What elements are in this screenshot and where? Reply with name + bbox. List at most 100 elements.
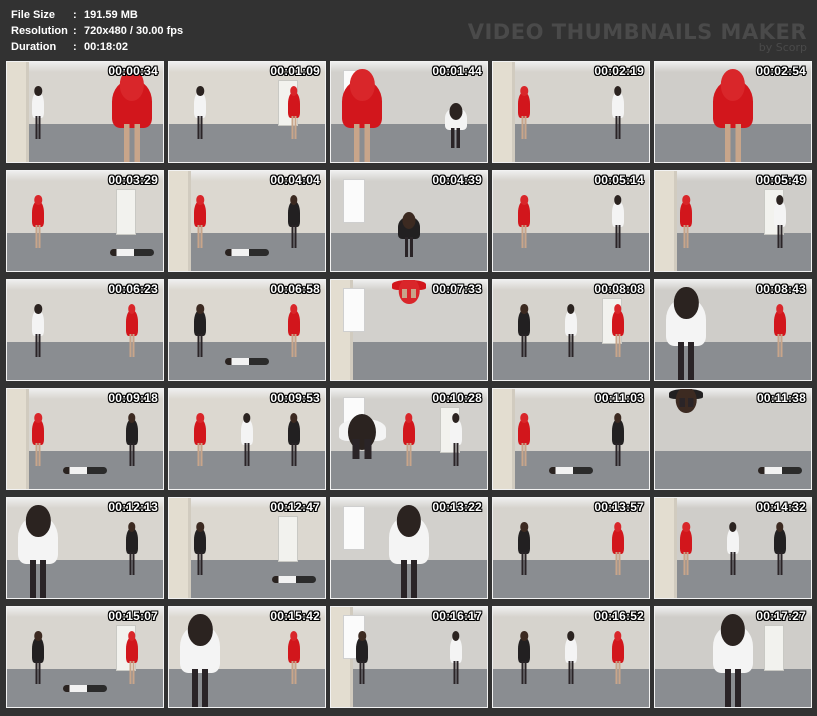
thumbnail-15[interactable]: 00:08:43 bbox=[654, 279, 812, 381]
scene-figure bbox=[355, 631, 369, 685]
scene-figure-head bbox=[776, 195, 784, 205]
scene-figure-legs bbox=[197, 224, 204, 249]
file-size-value: 191.59 MB bbox=[84, 9, 138, 21]
thumbnail-18[interactable]: 00:10:28 bbox=[330, 388, 488, 490]
thumbnail-timestamp: 00:02:19 bbox=[594, 64, 644, 78]
scene-figure-legs bbox=[352, 124, 373, 162]
scene-floor bbox=[331, 342, 487, 380]
scene-figure bbox=[193, 195, 207, 249]
scene-figure bbox=[679, 522, 693, 576]
scene-figure-head bbox=[674, 287, 699, 319]
scene-figure-legs bbox=[614, 333, 621, 358]
scene-figure-legs bbox=[614, 442, 621, 467]
scene-figure bbox=[287, 413, 301, 467]
scene-figure-legs bbox=[776, 551, 783, 576]
thumbnail-12[interactable]: 00:06:58 bbox=[168, 279, 326, 381]
scene-figure-legs bbox=[350, 439, 374, 460]
thumbnail-14[interactable]: 00:08:08 bbox=[492, 279, 650, 381]
thumbnail-11[interactable]: 00:06:23 bbox=[6, 279, 164, 381]
scene-figure-head bbox=[358, 631, 366, 641]
brand-watermark: VIDEO THUMBNAILS MAKER by Scorp bbox=[468, 20, 807, 54]
thumbnail-10[interactable]: 00:05:49 bbox=[654, 170, 812, 272]
thumbnail-25[interactable]: 00:14:32 bbox=[654, 497, 812, 599]
scene-figure-head bbox=[128, 413, 136, 423]
scene-door bbox=[116, 189, 137, 235]
scene-figure-legs bbox=[403, 237, 415, 258]
scene-figure-head bbox=[34, 413, 42, 423]
scene-figure-head bbox=[196, 86, 204, 96]
thumbnail-29[interactable]: 00:16:52 bbox=[492, 606, 650, 708]
thumbnail-27[interactable]: 00:15:42 bbox=[168, 606, 326, 708]
scene-figure bbox=[125, 304, 139, 358]
scene-figure-legs bbox=[128, 551, 135, 576]
thumbnail-3[interactable]: 00:01:44 bbox=[330, 61, 488, 163]
scene-figure-head bbox=[567, 631, 575, 641]
scene-figure-legs bbox=[729, 551, 737, 576]
thumbnail-30[interactable]: 00:17:27 bbox=[654, 606, 812, 708]
scene-figure bbox=[287, 631, 301, 685]
scene-pillar bbox=[493, 389, 515, 489]
thumbnail-7[interactable]: 00:04:04 bbox=[168, 170, 326, 272]
thumbnail-1[interactable]: 00:00:34 bbox=[6, 61, 164, 163]
scene-figure bbox=[564, 631, 578, 685]
scene-figure-legs bbox=[776, 224, 783, 249]
thumbnail-2[interactable]: 00:01:09 bbox=[168, 61, 326, 163]
scene-figure-legs bbox=[290, 660, 297, 685]
scene-figure-head bbox=[402, 212, 416, 229]
scene-figure bbox=[712, 69, 754, 162]
scene-figure-head bbox=[34, 86, 42, 96]
thumbnail-timestamp: 00:13:22 bbox=[432, 500, 482, 514]
thumbnail-6[interactable]: 00:03:29 bbox=[6, 170, 164, 272]
thumbnail-19[interactable]: 00:11:03 bbox=[492, 388, 650, 490]
scene-figure-head bbox=[720, 614, 746, 646]
scene-figure-legs bbox=[35, 115, 42, 140]
thumbnail-22[interactable]: 00:12:47 bbox=[168, 497, 326, 599]
scene-figure-head bbox=[196, 413, 204, 423]
scene-figure-legs bbox=[722, 669, 744, 707]
scene-figure-head bbox=[34, 304, 42, 314]
file-info: File Size : 191.59 MB Resolution : 720x4… bbox=[11, 7, 183, 55]
thumbnail-timestamp: 00:04:04 bbox=[270, 173, 320, 187]
scene-figure-head bbox=[520, 195, 528, 205]
scene-figure bbox=[611, 631, 625, 685]
thumbnail-5[interactable]: 00:02:54 bbox=[654, 61, 812, 163]
scene-figure-legs bbox=[290, 442, 297, 467]
thumbnail-23[interactable]: 00:13:22 bbox=[330, 497, 488, 599]
thumbnail-13[interactable]: 00:07:33 bbox=[330, 279, 488, 381]
thumbnail-8[interactable]: 00:04:39 bbox=[330, 170, 488, 272]
scene-figure-legs bbox=[400, 289, 418, 299]
resolution-value: 720x480 / 30.00 fps bbox=[84, 25, 184, 37]
thumbnail-21[interactable]: 00:12:13 bbox=[6, 497, 164, 599]
scene-figure-head bbox=[128, 522, 136, 532]
scene-figure-head bbox=[614, 631, 622, 641]
scene-figure-legs bbox=[405, 442, 413, 467]
scene-figure bbox=[125, 631, 139, 685]
thumbnail-17[interactable]: 00:09:53 bbox=[168, 388, 326, 490]
scene-figure bbox=[398, 212, 420, 258]
scene-figure-head bbox=[452, 631, 460, 641]
thumbnail-timestamp: 00:17:27 bbox=[756, 609, 806, 623]
thumbnail-timestamp: 00:13:57 bbox=[594, 500, 644, 514]
thumbnail-28[interactable]: 00:16:17 bbox=[330, 606, 488, 708]
duration-value: 00:18:02 bbox=[84, 41, 129, 53]
scene-figure-head bbox=[614, 195, 622, 205]
thumbnail-24[interactable]: 00:13:57 bbox=[492, 497, 650, 599]
scene-figure-legs bbox=[290, 115, 297, 140]
scene-figure-head bbox=[290, 631, 298, 641]
file-size-separator: : bbox=[73, 9, 77, 21]
scene-floor bbox=[493, 233, 649, 271]
scene-pillar bbox=[655, 498, 677, 598]
thumbnail-20[interactable]: 00:11:38 bbox=[654, 388, 812, 490]
scene-figure-legs bbox=[197, 115, 204, 140]
scene-figure-legs bbox=[190, 669, 211, 707]
thumbnail-4[interactable]: 00:02:19 bbox=[492, 61, 650, 163]
scene-figure-legs bbox=[28, 560, 49, 598]
thumbnail-26[interactable]: 00:15:07 bbox=[6, 606, 164, 708]
scene-figure-legs bbox=[290, 224, 297, 249]
scene-figure-lying bbox=[271, 576, 316, 583]
thumbnail-16[interactable]: 00:09:18 bbox=[6, 388, 164, 490]
thumbnail-9[interactable]: 00:05:14 bbox=[492, 170, 650, 272]
scene-figure bbox=[388, 505, 430, 598]
scene-figure bbox=[726, 522, 740, 576]
scene-figure bbox=[444, 103, 467, 149]
